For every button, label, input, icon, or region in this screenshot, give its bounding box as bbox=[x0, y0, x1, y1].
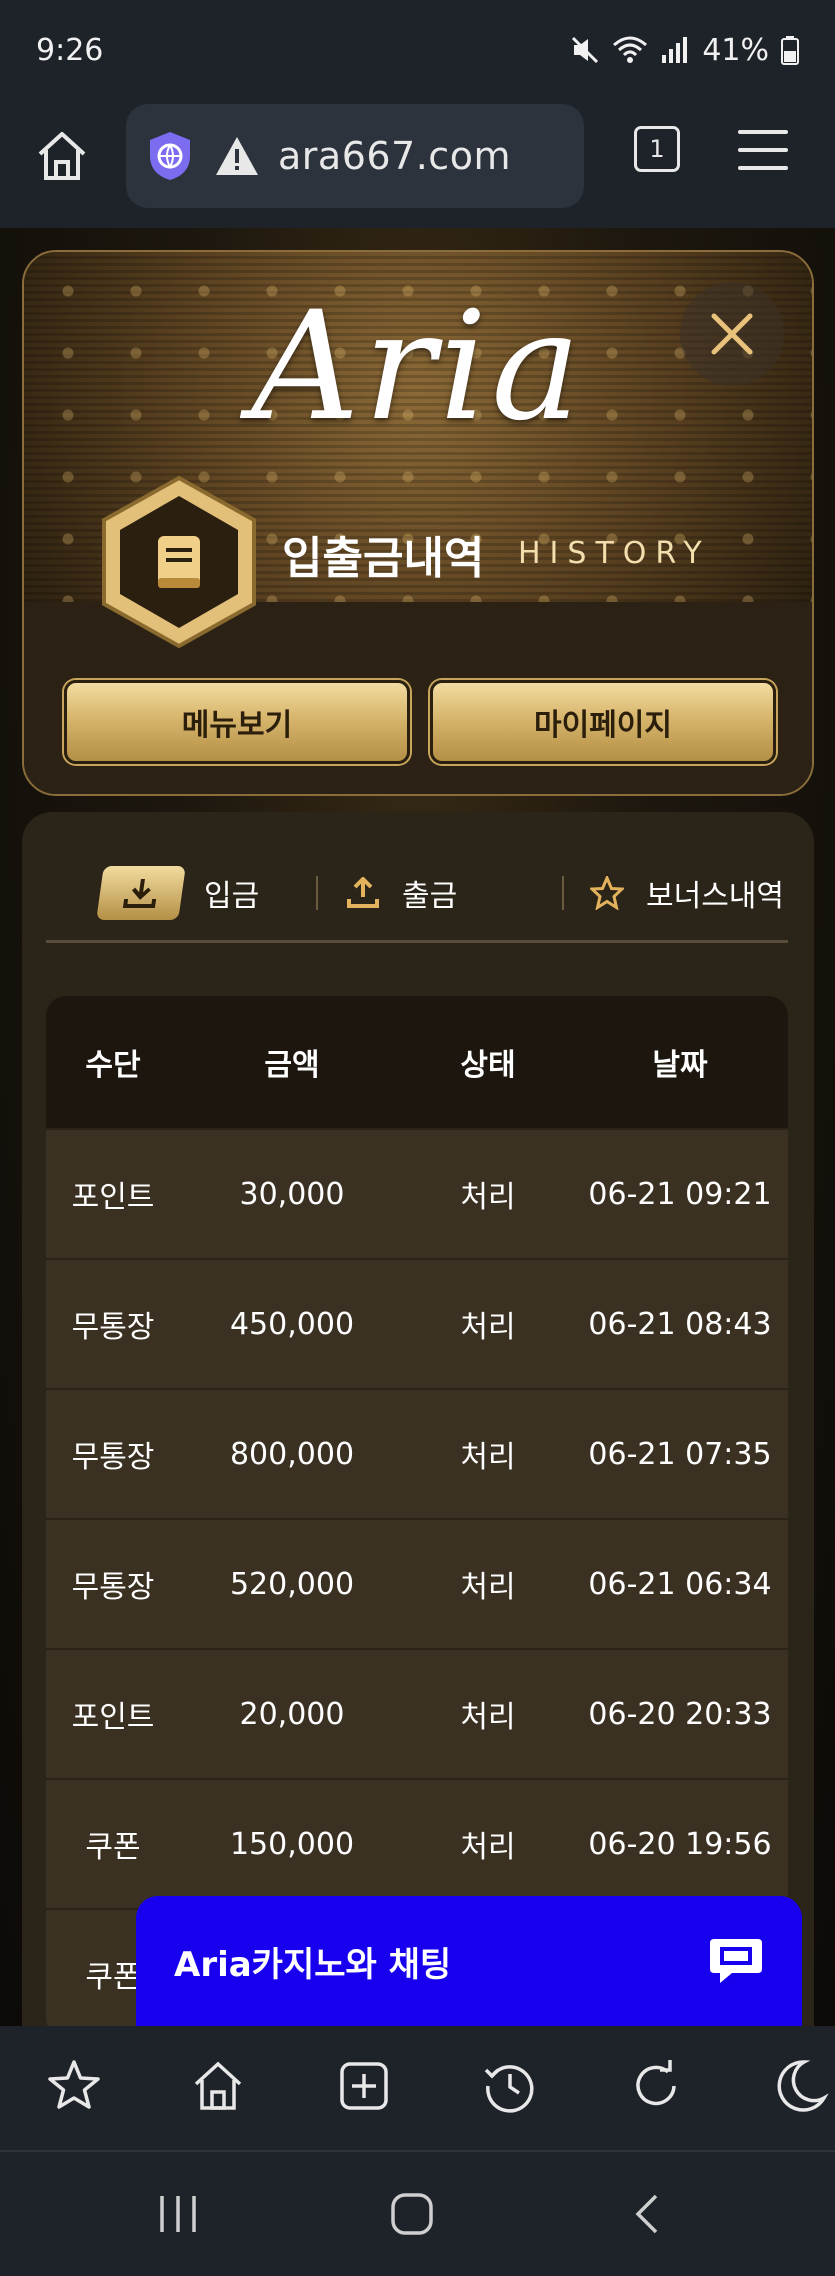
column-header-amount: 금액 bbox=[264, 1048, 320, 1083]
bookmark-star-icon[interactable] bbox=[44, 2056, 104, 2116]
cell-method: 무통장 bbox=[71, 1310, 155, 1345]
tab-withdraw-label: 출금 bbox=[402, 879, 458, 914]
mute-icon bbox=[572, 36, 599, 64]
history-header-card: Aria 입출금내역 HISTORY 메뉴보기 마이페이지 bbox=[22, 250, 814, 796]
chat-label: Aria카지노와 채팅 bbox=[174, 1944, 452, 1985]
chat-widget-button[interactable]: Aria카지노와 채팅 bbox=[136, 1896, 802, 2026]
back-icon[interactable] bbox=[626, 2192, 670, 2236]
status-time: 9:26 bbox=[36, 32, 104, 68]
tab-switcher-button[interactable]: 1 bbox=[634, 126, 680, 172]
signal-icon bbox=[662, 37, 688, 63]
status-icons: 41% bbox=[570, 33, 799, 68]
warning-icon[interactable] bbox=[214, 135, 260, 177]
tab-divider bbox=[316, 876, 318, 910]
cell-method: 무통장 bbox=[71, 1440, 155, 1475]
page-title: 입출금내역 bbox=[282, 533, 485, 584]
history-table: 수단 금액 상태 날짜 포인트 30,000 처리 06-21 09:21 무통… bbox=[46, 996, 788, 2038]
mypage-button[interactable]: 마이페이지 bbox=[430, 680, 776, 764]
cell-amount: 800,000 bbox=[229, 1436, 355, 1472]
cell-amount: 20,000 bbox=[239, 1696, 345, 1732]
cell-status: 처리 bbox=[460, 1440, 516, 1475]
cell-amount: 520,000 bbox=[229, 1566, 355, 1602]
url-text[interactable]: ara667.com bbox=[278, 134, 511, 178]
table-row[interactable]: 무통장 800,000 처리 06-21 07:35 bbox=[46, 1388, 788, 1518]
column-header-date: 날짜 bbox=[652, 1048, 708, 1083]
cell-date: 06-21 07:35 bbox=[588, 1436, 772, 1472]
history-tabs: 입금 출금 보너스내역 bbox=[46, 848, 788, 938]
cell-status: 처리 bbox=[460, 1700, 516, 1735]
history-book-icon bbox=[102, 475, 256, 649]
status-bar: 9:26 41% bbox=[0, 0, 835, 100]
cell-method: 무통장 bbox=[71, 1570, 155, 1605]
battery-percent: 41% bbox=[702, 32, 769, 68]
cell-amount: 150,000 bbox=[229, 1826, 355, 1862]
cell-date: 06-20 20:33 bbox=[588, 1696, 772, 1732]
refresh-icon[interactable] bbox=[626, 2056, 686, 2116]
home-button-icon[interactable] bbox=[390, 2192, 434, 2236]
battery-icon bbox=[781, 36, 799, 65]
column-header-status: 상태 bbox=[460, 1048, 516, 1083]
browser-toolbar: ara667.com 1 bbox=[0, 100, 835, 228]
browser-menu-icon[interactable] bbox=[738, 130, 788, 170]
star-icon bbox=[590, 876, 624, 910]
browser-bottom-toolbar bbox=[0, 2026, 835, 2150]
cell-status: 처리 bbox=[460, 1570, 516, 1605]
cell-date: 06-21 09:21 bbox=[588, 1176, 772, 1212]
new-tab-icon[interactable] bbox=[334, 2056, 394, 2116]
cell-status: 처리 bbox=[460, 1830, 516, 1865]
tab-divider bbox=[562, 876, 564, 910]
cell-date: 06-21 08:43 bbox=[588, 1306, 772, 1342]
cell-amount: 30,000 bbox=[239, 1176, 345, 1212]
table-row[interactable]: 무통장 450,000 처리 06-21 08:43 bbox=[46, 1258, 788, 1388]
cell-date: 06-20 19:56 bbox=[588, 1826, 772, 1862]
close-button[interactable] bbox=[680, 282, 784, 386]
recent-apps-icon[interactable] bbox=[156, 2192, 200, 2236]
cell-method: 쿠폰 bbox=[85, 1830, 141, 1865]
history-icon[interactable] bbox=[480, 2056, 540, 2116]
cell-method: 포인트 bbox=[71, 1700, 155, 1735]
download-icon bbox=[96, 866, 186, 920]
table-header: 수단 금액 상태 날짜 bbox=[46, 996, 788, 1128]
column-header-method: 수단 bbox=[85, 1048, 141, 1083]
tab-withdraw[interactable]: 출금 bbox=[346, 871, 457, 915]
upload-icon bbox=[347, 877, 379, 908]
tab-deposit-label: 입금 bbox=[204, 879, 260, 914]
wifi-icon bbox=[613, 36, 648, 63]
cell-amount: 450,000 bbox=[229, 1306, 355, 1342]
menu-view-button[interactable]: 메뉴보기 bbox=[64, 680, 410, 764]
address-bar[interactable]: ara667.com bbox=[126, 104, 584, 208]
cell-status: 처리 bbox=[460, 1180, 516, 1215]
chat-bubble-icon bbox=[710, 1939, 762, 1983]
table-row[interactable]: 포인트 30,000 처리 06-21 09:21 bbox=[46, 1128, 788, 1258]
home-icon[interactable] bbox=[32, 126, 92, 186]
cell-status: 처리 bbox=[460, 1310, 516, 1345]
tab-bonus-label: 보너스내역 bbox=[646, 879, 784, 914]
table-row[interactable]: 쿠폰 150,000 처리 06-20 19:56 bbox=[46, 1778, 788, 1908]
home-icon[interactable] bbox=[188, 2056, 248, 2116]
tab-bonus[interactable]: 보너스내역 bbox=[590, 871, 784, 915]
table-row[interactable]: 포인트 20,000 처리 06-20 20:33 bbox=[46, 1648, 788, 1778]
shield-icon[interactable] bbox=[146, 130, 194, 182]
tab-deposit[interactable]: 입금 bbox=[96, 866, 260, 920]
cell-date: 06-21 06:34 bbox=[588, 1566, 772, 1602]
table-row[interactable]: 무통장 520,000 처리 06-21 06:34 bbox=[46, 1518, 788, 1648]
page-subtitle: HISTORY bbox=[518, 536, 711, 571]
system-navigation-bar bbox=[0, 2150, 835, 2276]
night-mode-icon[interactable] bbox=[770, 2056, 830, 2116]
cell-method: 포인트 bbox=[71, 1180, 155, 1215]
close-icon[interactable] bbox=[710, 312, 754, 356]
tab-underline bbox=[46, 940, 788, 943]
